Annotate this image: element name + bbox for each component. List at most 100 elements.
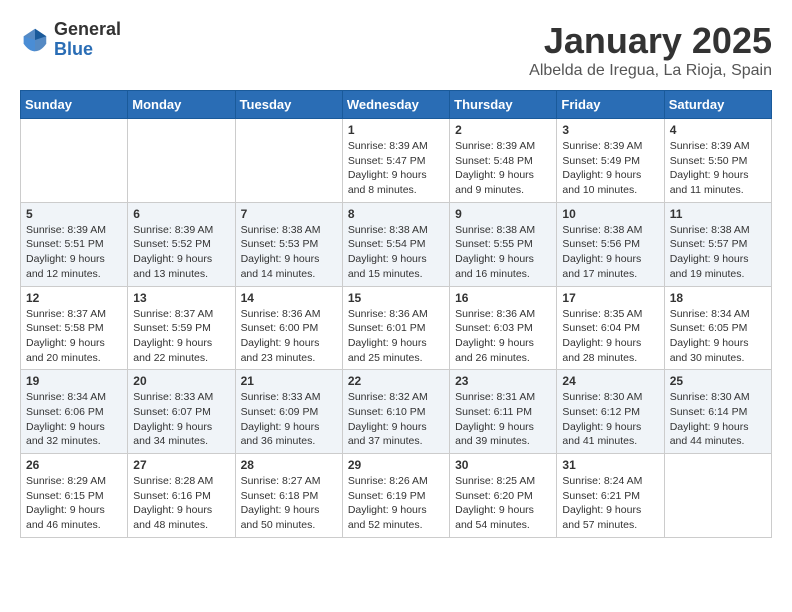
sunrise-text: Sunrise: 8:36 AM (348, 308, 428, 320)
calendar-cell: 1 Sunrise: 8:39 AM Sunset: 5:47 PM Dayli… (342, 119, 449, 203)
calendar-week-row: 26 Sunrise: 8:29 AM Sunset: 6:15 PM Dayl… (21, 454, 772, 538)
daylight-text: Daylight: 9 hours and 30 minutes. (670, 337, 749, 364)
calendar-cell: 6 Sunrise: 8:39 AM Sunset: 5:52 PM Dayli… (128, 202, 235, 286)
day-info: Sunrise: 8:25 AM Sunset: 6:20 PM Dayligh… (455, 474, 551, 533)
day-info: Sunrise: 8:24 AM Sunset: 6:21 PM Dayligh… (562, 474, 658, 533)
sunrise-text: Sunrise: 8:35 AM (562, 308, 642, 320)
sunrise-text: Sunrise: 8:32 AM (348, 391, 428, 403)
day-info: Sunrise: 8:33 AM Sunset: 6:07 PM Dayligh… (133, 390, 229, 449)
calendar-cell: 27 Sunrise: 8:28 AM Sunset: 6:16 PM Dayl… (128, 454, 235, 538)
sunset-text: Sunset: 6:15 PM (26, 490, 104, 502)
calendar-cell: 23 Sunrise: 8:31 AM Sunset: 6:11 PM Dayl… (450, 370, 557, 454)
sunset-text: Sunset: 5:52 PM (133, 238, 211, 250)
day-number: 16 (455, 291, 551, 305)
logo-icon (20, 25, 50, 55)
sunset-text: Sunset: 6:01 PM (348, 322, 426, 334)
calendar-cell: 2 Sunrise: 8:39 AM Sunset: 5:48 PM Dayli… (450, 119, 557, 203)
weekday-header: Monday (128, 91, 235, 119)
daylight-text: Daylight: 9 hours and 15 minutes. (348, 253, 427, 280)
day-info: Sunrise: 8:37 AM Sunset: 5:58 PM Dayligh… (26, 307, 122, 366)
day-info: Sunrise: 8:30 AM Sunset: 6:12 PM Dayligh… (562, 390, 658, 449)
day-number: 30 (455, 458, 551, 472)
sunrise-text: Sunrise: 8:38 AM (348, 224, 428, 236)
sunset-text: Sunset: 5:51 PM (26, 238, 104, 250)
calendar-cell: 20 Sunrise: 8:33 AM Sunset: 6:07 PM Dayl… (128, 370, 235, 454)
calendar-cell: 7 Sunrise: 8:38 AM Sunset: 5:53 PM Dayli… (235, 202, 342, 286)
daylight-text: Daylight: 9 hours and 32 minutes. (26, 421, 105, 448)
sunrise-text: Sunrise: 8:29 AM (26, 475, 106, 487)
calendar-cell: 4 Sunrise: 8:39 AM Sunset: 5:50 PM Dayli… (664, 119, 771, 203)
day-info: Sunrise: 8:36 AM Sunset: 6:03 PM Dayligh… (455, 307, 551, 366)
calendar-cell: 16 Sunrise: 8:36 AM Sunset: 6:03 PM Dayl… (450, 286, 557, 370)
calendar-cell: 29 Sunrise: 8:26 AM Sunset: 6:19 PM Dayl… (342, 454, 449, 538)
sunset-text: Sunset: 5:54 PM (348, 238, 426, 250)
day-number: 12 (26, 291, 122, 305)
daylight-text: Daylight: 9 hours and 23 minutes. (241, 337, 320, 364)
daylight-text: Daylight: 9 hours and 12 minutes. (26, 253, 105, 280)
day-info: Sunrise: 8:31 AM Sunset: 6:11 PM Dayligh… (455, 390, 551, 449)
day-number: 6 (133, 207, 229, 221)
sunset-text: Sunset: 6:19 PM (348, 490, 426, 502)
day-number: 26 (26, 458, 122, 472)
sunrise-text: Sunrise: 8:39 AM (26, 224, 106, 236)
sunset-text: Sunset: 6:06 PM (26, 406, 104, 418)
day-info: Sunrise: 8:27 AM Sunset: 6:18 PM Dayligh… (241, 474, 337, 533)
logo-blue: Blue (54, 40, 121, 60)
day-number: 14 (241, 291, 337, 305)
sunrise-text: Sunrise: 8:33 AM (241, 391, 321, 403)
day-number: 13 (133, 291, 229, 305)
day-info: Sunrise: 8:38 AM Sunset: 5:54 PM Dayligh… (348, 223, 444, 282)
sunrise-text: Sunrise: 8:28 AM (133, 475, 213, 487)
daylight-text: Daylight: 9 hours and 52 minutes. (348, 504, 427, 531)
day-info: Sunrise: 8:39 AM Sunset: 5:49 PM Dayligh… (562, 139, 658, 198)
sunrise-text: Sunrise: 8:33 AM (133, 391, 213, 403)
sunrise-text: Sunrise: 8:38 AM (562, 224, 642, 236)
sunset-text: Sunset: 5:49 PM (562, 155, 640, 167)
sunrise-text: Sunrise: 8:39 AM (562, 140, 642, 152)
daylight-text: Daylight: 9 hours and 13 minutes. (133, 253, 212, 280)
sunrise-text: Sunrise: 8:30 AM (562, 391, 642, 403)
day-number: 21 (241, 374, 337, 388)
sunrise-text: Sunrise: 8:36 AM (241, 308, 321, 320)
sunset-text: Sunset: 5:47 PM (348, 155, 426, 167)
daylight-text: Daylight: 9 hours and 39 minutes. (455, 421, 534, 448)
day-info: Sunrise: 8:39 AM Sunset: 5:48 PM Dayligh… (455, 139, 551, 198)
day-number: 10 (562, 207, 658, 221)
day-number: 20 (133, 374, 229, 388)
day-info: Sunrise: 8:39 AM Sunset: 5:51 PM Dayligh… (26, 223, 122, 282)
sunset-text: Sunset: 6:16 PM (133, 490, 211, 502)
title-section: January 2025 Albelda de Iregua, La Rioja… (529, 20, 772, 80)
day-number: 5 (26, 207, 122, 221)
day-number: 9 (455, 207, 551, 221)
sunrise-text: Sunrise: 8:38 AM (241, 224, 321, 236)
sunset-text: Sunset: 6:07 PM (133, 406, 211, 418)
calendar-cell: 8 Sunrise: 8:38 AM Sunset: 5:54 PM Dayli… (342, 202, 449, 286)
sunrise-text: Sunrise: 8:39 AM (670, 140, 750, 152)
daylight-text: Daylight: 9 hours and 28 minutes. (562, 337, 641, 364)
calendar-cell: 11 Sunrise: 8:38 AM Sunset: 5:57 PM Dayl… (664, 202, 771, 286)
day-info: Sunrise: 8:30 AM Sunset: 6:14 PM Dayligh… (670, 390, 766, 449)
month-title: January 2025 (529, 20, 772, 62)
sunrise-text: Sunrise: 8:39 AM (455, 140, 535, 152)
weekday-header: Friday (557, 91, 664, 119)
sunset-text: Sunset: 6:14 PM (670, 406, 748, 418)
calendar-cell: 13 Sunrise: 8:37 AM Sunset: 5:59 PM Dayl… (128, 286, 235, 370)
day-info: Sunrise: 8:39 AM Sunset: 5:50 PM Dayligh… (670, 139, 766, 198)
daylight-text: Daylight: 9 hours and 37 minutes. (348, 421, 427, 448)
weekday-header: Thursday (450, 91, 557, 119)
daylight-text: Daylight: 9 hours and 48 minutes. (133, 504, 212, 531)
weekday-header: Saturday (664, 91, 771, 119)
calendar-cell: 12 Sunrise: 8:37 AM Sunset: 5:58 PM Dayl… (21, 286, 128, 370)
calendar-week-row: 1 Sunrise: 8:39 AM Sunset: 5:47 PM Dayli… (21, 119, 772, 203)
sunset-text: Sunset: 5:50 PM (670, 155, 748, 167)
sunrise-text: Sunrise: 8:39 AM (348, 140, 428, 152)
calendar-week-row: 12 Sunrise: 8:37 AM Sunset: 5:58 PM Dayl… (21, 286, 772, 370)
day-info: Sunrise: 8:35 AM Sunset: 6:04 PM Dayligh… (562, 307, 658, 366)
calendar-cell: 18 Sunrise: 8:34 AM Sunset: 6:05 PM Dayl… (664, 286, 771, 370)
day-number: 19 (26, 374, 122, 388)
day-number: 24 (562, 374, 658, 388)
daylight-text: Daylight: 9 hours and 54 minutes. (455, 504, 534, 531)
day-info: Sunrise: 8:28 AM Sunset: 6:16 PM Dayligh… (133, 474, 229, 533)
sunrise-text: Sunrise: 8:25 AM (455, 475, 535, 487)
calendar-cell (128, 119, 235, 203)
